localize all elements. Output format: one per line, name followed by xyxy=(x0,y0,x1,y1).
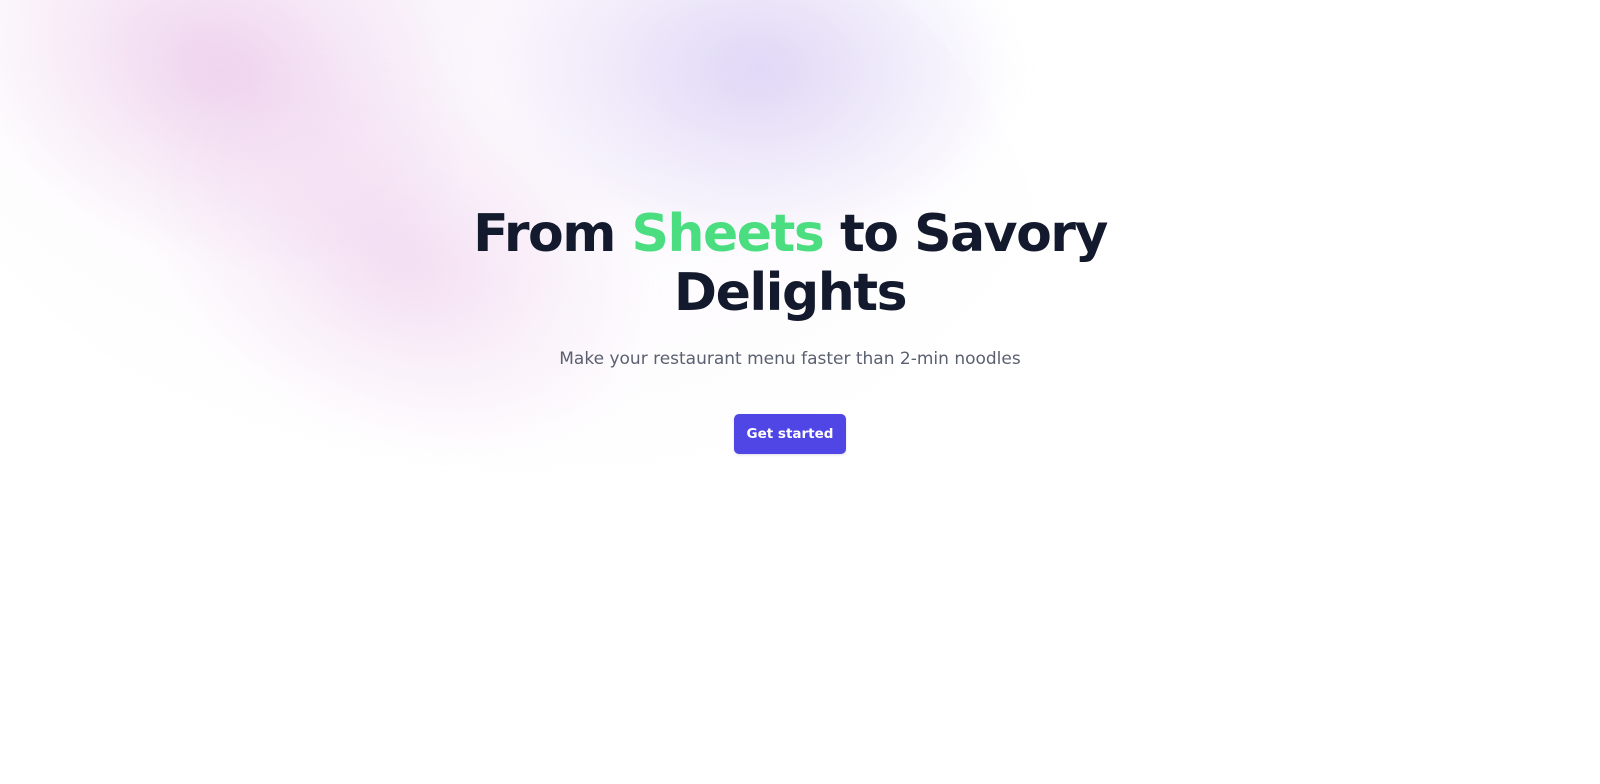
hero-section: From Sheets to Savory Delights Make your… xyxy=(0,205,1580,454)
hero-title-start: From xyxy=(473,204,632,264)
get-started-button[interactable]: Get started xyxy=(733,414,847,454)
landing-page: From Sheets to Savory Delights Make your… xyxy=(0,0,1600,784)
hero-title-accent: Sheets xyxy=(631,204,825,264)
hero-subtitle: Make your restaurant menu faster than 2-… xyxy=(559,349,1021,369)
hero-title: From Sheets to Savory Delights xyxy=(410,205,1170,323)
cta-container: Get started xyxy=(0,414,1580,454)
